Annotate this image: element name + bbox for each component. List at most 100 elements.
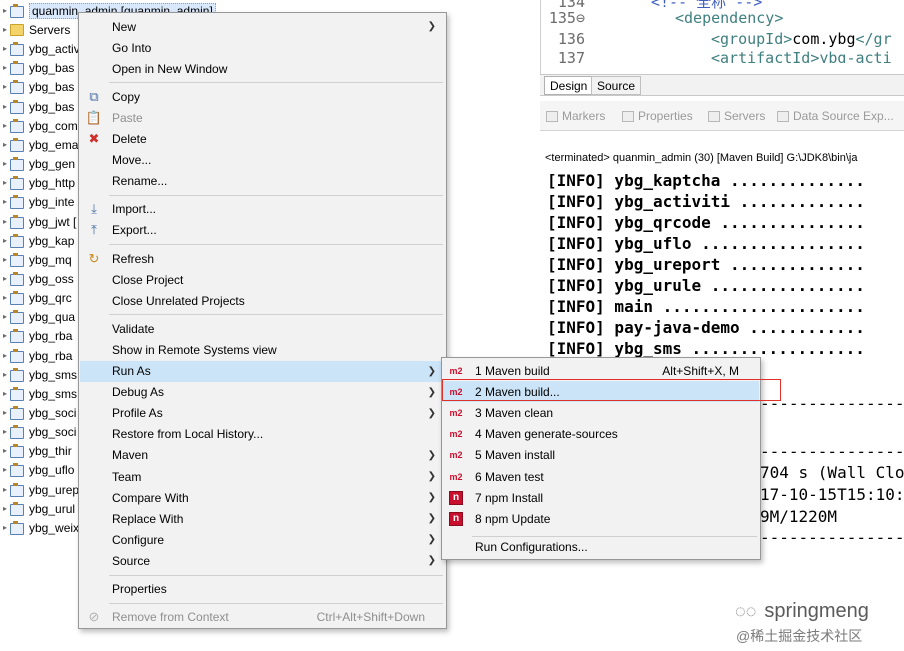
submenu-item-1-maven-build[interactable]: m2 1 Maven build Alt+Shift+X, M	[443, 360, 759, 381]
submenu-item-3-maven-clean[interactable]: m2 3 Maven clean	[443, 402, 759, 423]
expand-icon[interactable]: ▸	[0, 140, 10, 149]
menu-item-configure[interactable]: Configure ❯	[80, 529, 445, 550]
menu-item-delete[interactable]: ✖ Delete	[80, 129, 445, 150]
expand-icon[interactable]: ▸	[0, 485, 10, 494]
expand-icon[interactable]: ▸	[0, 331, 10, 340]
menu-item-move[interactable]: Move...	[80, 150, 445, 171]
tree-item[interactable]: ▸ ybg_bas	[0, 77, 74, 96]
tree-item[interactable]: ▸ ybg_soci	[0, 422, 76, 441]
expand-icon[interactable]: ▸	[0, 197, 10, 206]
submenu-item-5-maven-install[interactable]: m2 5 Maven install	[443, 445, 759, 466]
menu-item-debug-as[interactable]: Debug As ❯	[80, 382, 445, 403]
submenu-item-6-maven-test[interactable]: m2 6 Maven test	[443, 466, 759, 487]
tree-item[interactable]: ▸ ybg_thir	[0, 441, 72, 460]
tree-item[interactable]: ▸ ybg_uflo	[0, 460, 74, 479]
menu-item-show-in-remote-systems-view[interactable]: Show in Remote Systems view	[80, 339, 445, 360]
menu-item-go-into[interactable]: Go Into	[80, 37, 445, 58]
expand-icon[interactable]: ▸	[0, 523, 10, 532]
menu-item-maven[interactable]: Maven ❯	[80, 445, 445, 466]
tab-properties[interactable]: Properties	[622, 109, 693, 123]
menu-item-paste[interactable]: 📋 Paste	[80, 107, 445, 128]
menu-item-import[interactable]: ⤓ Import...	[80, 199, 445, 220]
expand-icon[interactable]: ▸	[0, 408, 10, 417]
menu-item-rename[interactable]: Rename...	[80, 171, 445, 192]
expand-icon[interactable]: ▸	[0, 102, 10, 111]
tree-item[interactable]: ▸ ybg_urep	[0, 480, 79, 499]
tree-item[interactable]: ▸ ybg_qua	[0, 307, 75, 326]
submenu-item-4-maven-generate-sources[interactable]: m2 4 Maven generate-sources	[443, 424, 759, 445]
menu-item-source[interactable]: Source ❯	[80, 550, 445, 571]
menu-item-team[interactable]: Team ❯	[80, 466, 445, 487]
tree-item[interactable]: ▸ ybg_http	[0, 173, 75, 192]
menu-item-close-project[interactable]: Close Project	[80, 269, 445, 290]
tree-item[interactable]: ▸ ybg_jwt [	[0, 212, 76, 231]
expand-icon[interactable]: ▸	[0, 25, 10, 34]
menu-item-close-unrelated-projects[interactable]: Close Unrelated Projects	[80, 290, 445, 311]
menu-item-refresh[interactable]: ↻ Refresh	[80, 248, 445, 269]
submenu-arrow-icon: ❯	[427, 407, 436, 419]
tree-item[interactable]: ▸ ybg_qrc	[0, 288, 72, 307]
expand-icon[interactable]: ▸	[0, 121, 10, 130]
tree-item[interactable]: ▸ ybg_weix	[0, 518, 79, 537]
expand-icon[interactable]: ▸	[0, 293, 10, 302]
menu-item-run-as[interactable]: Run As ❯	[80, 360, 445, 382]
menu-item-new[interactable]: New ❯	[80, 16, 445, 37]
tree-item[interactable]: ▸ ybg_bas	[0, 97, 74, 116]
tree-item[interactable]: ▸ ybg_sms	[0, 384, 77, 403]
tree-item[interactable]: ▸ ybg_bas	[0, 58, 74, 77]
tab-data-source-explorer[interactable]: Data Source Exp...	[777, 109, 894, 123]
xml-editor[interactable]: 134 <!-- 全称 --> 135⊖ <dependency> 136 <g…	[540, 0, 904, 75]
expand-icon[interactable]: ▸	[0, 427, 10, 436]
tree-item[interactable]: ▸ ybg_mq	[0, 250, 72, 269]
tree-item[interactable]: ▸ ybg_kap	[0, 231, 74, 250]
tree-item[interactable]: ▸ ybg_sms	[0, 365, 77, 384]
menu-item-validate[interactable]: Validate	[80, 318, 445, 339]
expand-icon[interactable]: ▸	[0, 504, 10, 513]
menu-item-profile-as[interactable]: Profile As ❯	[80, 403, 445, 424]
collapse-icon[interactable]: ▸	[0, 6, 10, 15]
expand-icon[interactable]: ▸	[0, 82, 10, 91]
menu-item-properties[interactable]: Properties	[80, 579, 445, 600]
expand-icon[interactable]: ▸	[0, 465, 10, 474]
tree-item-label: ybg_sms	[29, 386, 78, 401]
tree-item[interactable]: ▸ ybg_urul	[0, 499, 75, 518]
menu-item-restore-from-local-history[interactable]: Restore from Local History...	[80, 424, 445, 445]
menu-item-remove-from-context[interactable]: ⊘ Remove from Context Ctrl+Alt+Shift+Down	[80, 607, 445, 628]
tree-item[interactable]: ▸ ybg_rba	[0, 346, 72, 365]
expand-icon[interactable]: ▸	[0, 446, 10, 455]
expand-icon[interactable]: ▸	[0, 274, 10, 283]
tab-servers[interactable]: Servers	[708, 109, 765, 123]
tree-item[interactable]: ▸ ybg_activ	[0, 39, 80, 58]
expand-icon[interactable]: ▸	[0, 389, 10, 398]
menu-item-export[interactable]: ⤒ Export...	[80, 220, 445, 241]
expand-icon[interactable]: ▸	[0, 312, 10, 321]
expand-icon[interactable]: ▸	[0, 159, 10, 168]
menu-item-copy[interactable]: ⧉ Copy	[80, 86, 445, 107]
menu-item-compare-with[interactable]: Compare With ❯	[80, 487, 445, 508]
submenu-item-7-npm-install[interactable]: n 7 npm Install	[443, 487, 759, 508]
tab-design[interactable]: Design	[544, 76, 594, 95]
expand-icon[interactable]: ▸	[0, 370, 10, 379]
expand-icon[interactable]: ▸	[0, 236, 10, 245]
tree-item[interactable]: ▸ ybg_com	[0, 116, 78, 135]
expand-icon[interactable]: ▸	[0, 178, 10, 187]
tree-item[interactable]: ▸ ybg_gen	[0, 154, 75, 173]
tab-source[interactable]: Source	[591, 76, 642, 95]
tree-item[interactable]: ▸ ybg_soci	[0, 403, 76, 422]
submenu-item-run-configurations[interactable]: Run Configurations...	[443, 537, 759, 558]
expand-icon[interactable]: ▸	[0, 63, 10, 72]
tree-item[interactable]: ▸ Servers	[0, 20, 70, 39]
tab-markers[interactable]: Markers	[546, 109, 605, 123]
expand-icon[interactable]: ▸	[0, 351, 10, 360]
expand-icon[interactable]: ▸	[0, 255, 10, 264]
submenu-item-8-npm-update[interactable]: n 8 npm Update	[443, 508, 759, 529]
tree-item[interactable]: ▸ ybg_oss	[0, 269, 74, 288]
menu-item-replace-with[interactable]: Replace With ❯	[80, 508, 445, 529]
menu-item-open-in-new-window[interactable]: Open in New Window	[80, 58, 445, 79]
expand-icon[interactable]: ▸	[0, 217, 10, 226]
tree-item[interactable]: ▸ ybg_inte	[0, 192, 74, 211]
tree-item[interactable]: ▸ ybg_ema	[0, 135, 78, 154]
project-icon	[10, 406, 24, 420]
expand-icon[interactable]: ▸	[0, 44, 10, 53]
tree-item[interactable]: ▸ ybg_rba	[0, 326, 72, 345]
